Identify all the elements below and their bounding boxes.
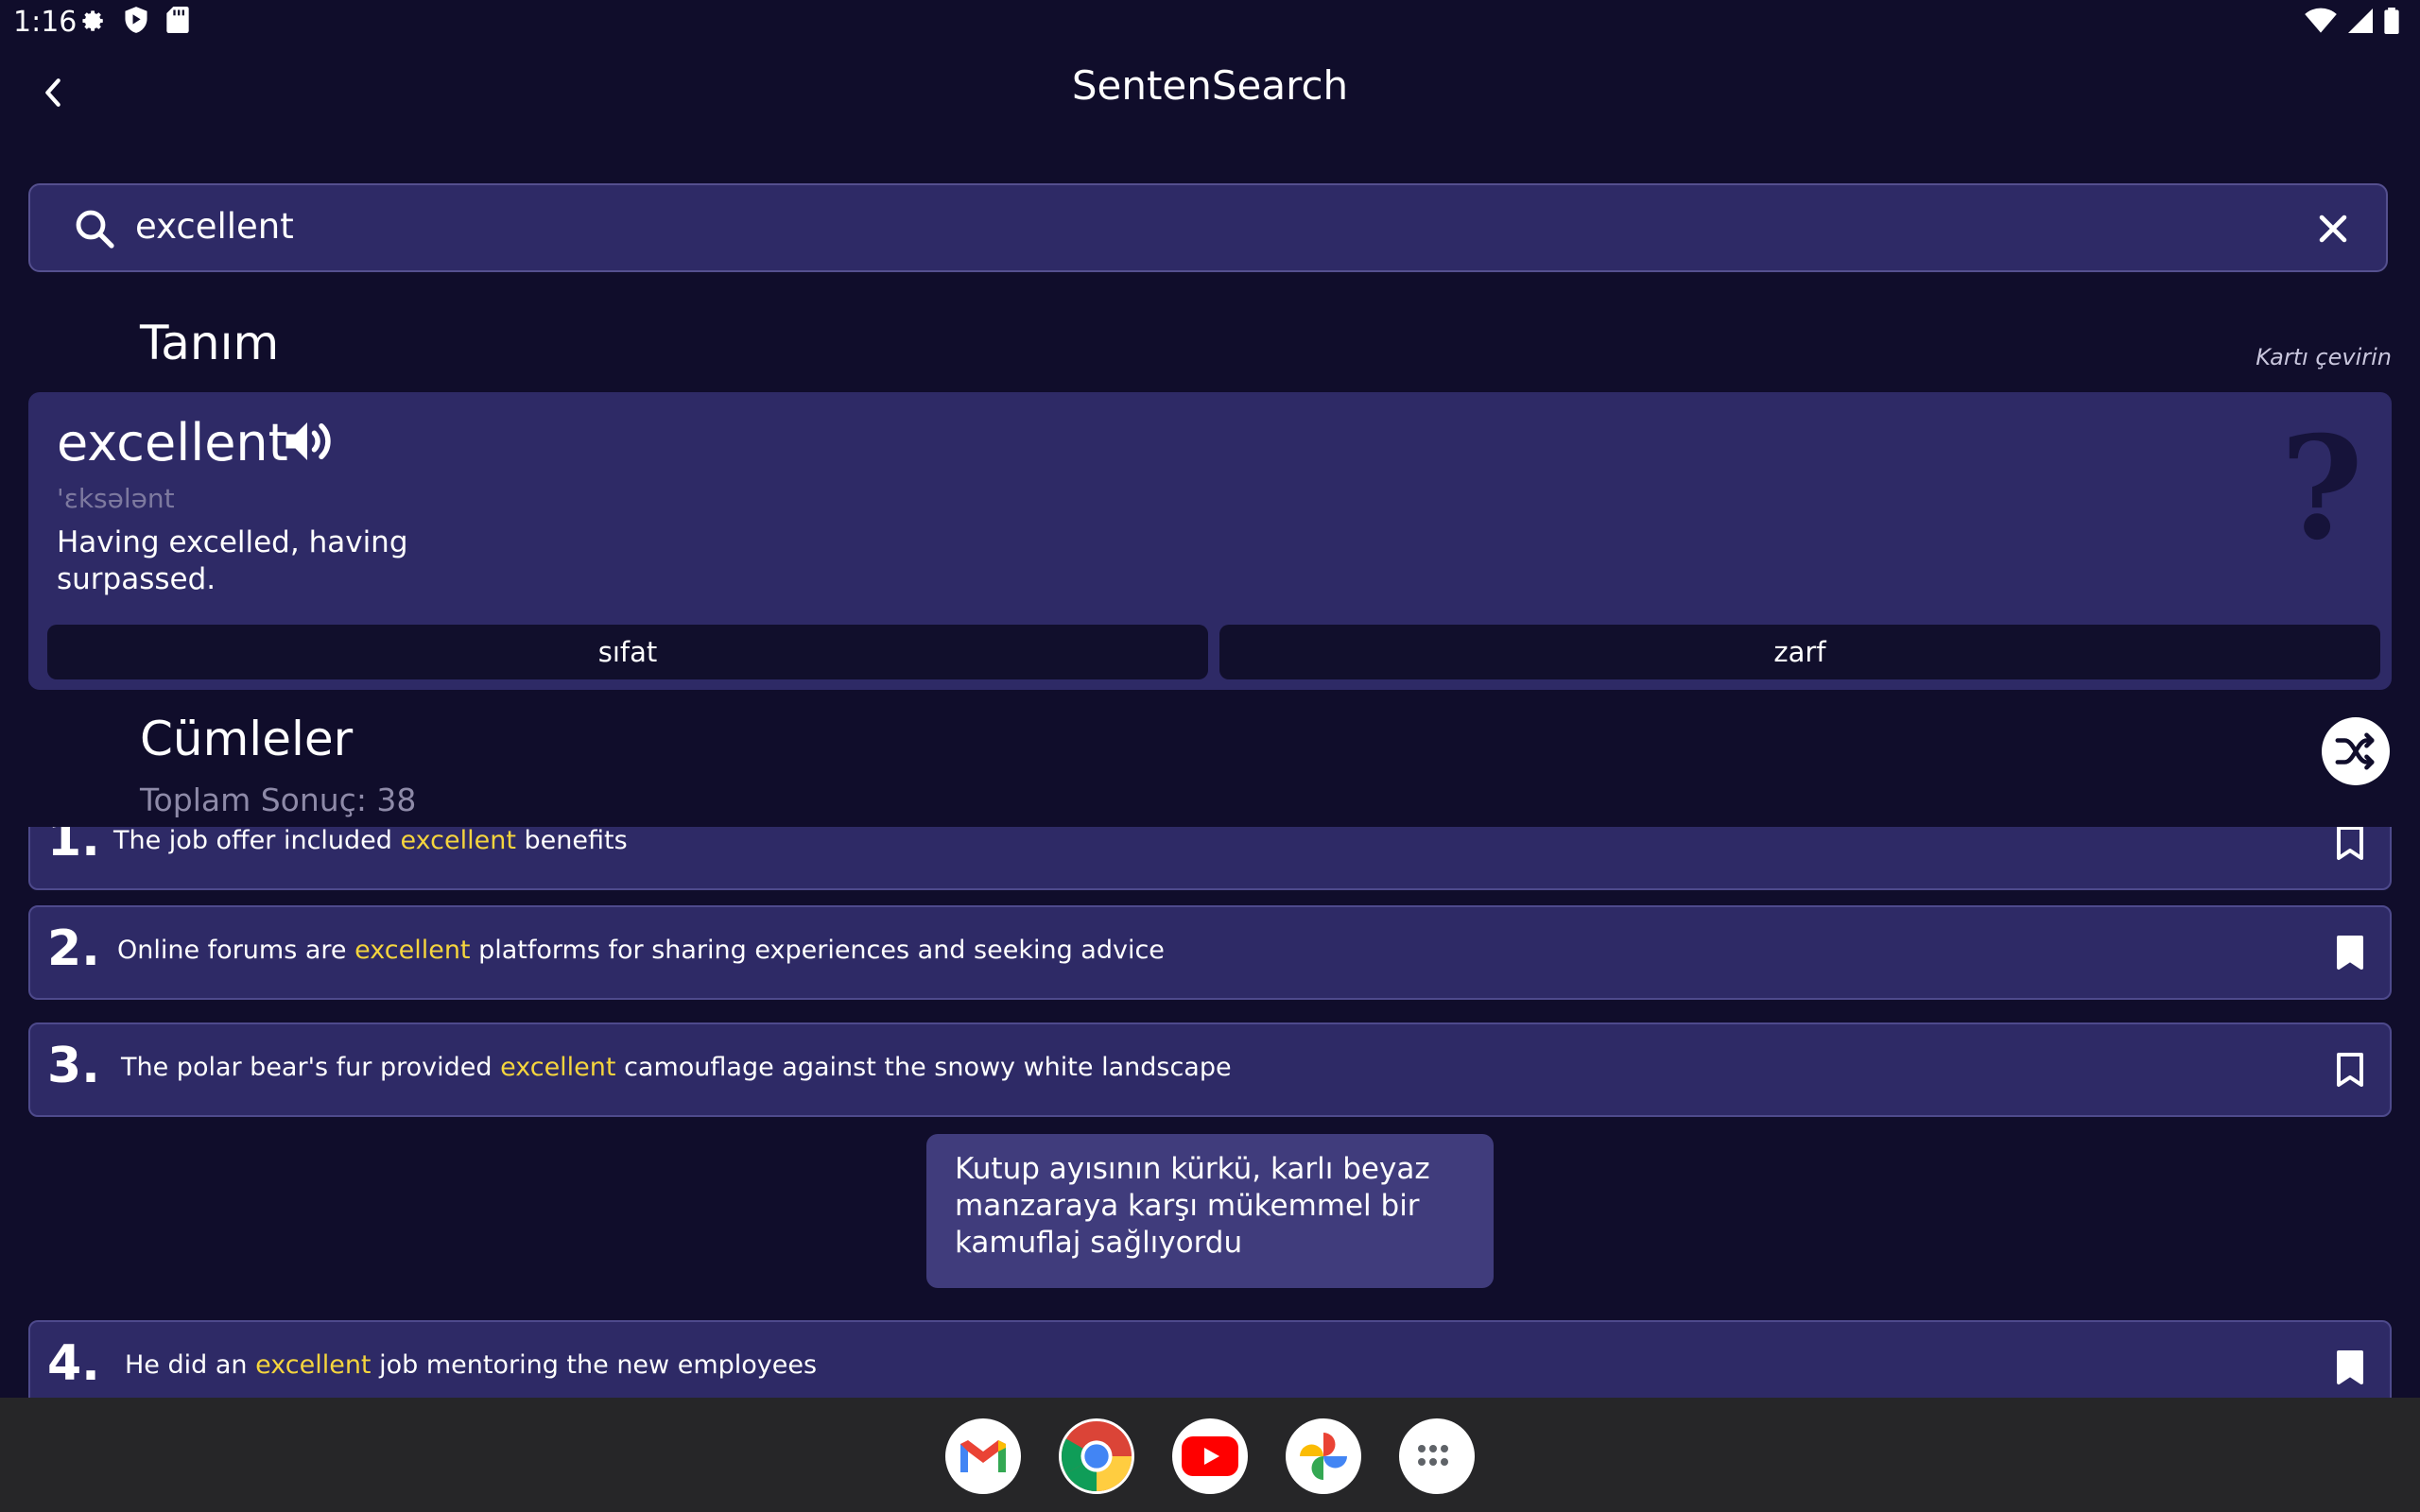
search-input[interactable]: excellent bbox=[135, 206, 294, 247]
phonetic-text: 'ɛksələnt bbox=[57, 483, 175, 514]
status-icons-right bbox=[2305, 8, 2399, 34]
sentence-row[interactable]: 2. Online forums are excellent platforms… bbox=[28, 905, 2392, 1000]
clear-search-button[interactable] bbox=[2308, 204, 2358, 253]
pos-chip-adjective[interactable]: sıfat bbox=[47, 625, 1208, 679]
bookmark-filled-icon[interactable] bbox=[2335, 934, 2365, 971]
app-title: SentenSearch bbox=[1071, 62, 1349, 109]
sentence-row[interactable]: 3. The polar bear's fur provided excelle… bbox=[28, 1022, 2392, 1117]
gmail-icon[interactable] bbox=[945, 1418, 1021, 1494]
highlighted-word: excellent bbox=[400, 827, 516, 855]
app-dock bbox=[0, 1398, 2420, 1512]
highlighted-word: excellent bbox=[255, 1350, 372, 1380]
youtube-icon[interactable] bbox=[1172, 1418, 1248, 1494]
definition-card[interactable]: excellent 'ɛksələnt Having excelled, hav… bbox=[28, 392, 2392, 690]
sentence-row[interactable]: 1. The job offer included excellent bene… bbox=[28, 827, 2392, 890]
sentence-text: He did an excellent job mentoring the ne… bbox=[125, 1350, 818, 1380]
status-icons-left bbox=[78, 6, 189, 34]
sentence-text: The polar bear's fur provided excellent … bbox=[121, 1053, 1232, 1082]
highlighted-word: excellent bbox=[354, 936, 471, 965]
photos-icon[interactable] bbox=[1286, 1418, 1361, 1494]
total-results: Toplam Sonuç: 38 bbox=[140, 782, 417, 818]
shuffle-button[interactable] bbox=[2322, 717, 2390, 785]
close-icon bbox=[2319, 215, 2347, 243]
question-mark-icon: ? bbox=[2280, 405, 2363, 572]
definition-text: Having excelled, having surpassed. bbox=[57, 525, 408, 596]
pos-chip-adverb[interactable]: zarf bbox=[1219, 625, 2380, 679]
flip-card-hint[interactable]: Kartı çevirin bbox=[2256, 344, 2392, 370]
search-icon bbox=[76, 210, 114, 249]
chrome-icon[interactable] bbox=[1059, 1418, 1134, 1494]
sentence-row[interactable]: 4. He did an excellent job mentoring the… bbox=[28, 1320, 2392, 1398]
bookmark-outline-icon[interactable] bbox=[2335, 827, 2365, 862]
translation-tooltip: Kutup ayısının kürkü, karlı beyaz manzar… bbox=[926, 1134, 1494, 1288]
sd-card-icon bbox=[166, 7, 189, 33]
pronounce-button[interactable] bbox=[279, 413, 336, 473]
sentence-number: 3. bbox=[47, 1038, 100, 1094]
status-time: 1:16 bbox=[13, 6, 78, 39]
bookmark-outline-icon[interactable] bbox=[2335, 1051, 2365, 1089]
sentence-text: The job offer included excellent benefit… bbox=[113, 827, 628, 855]
definition-section-title: Tanım bbox=[140, 316, 280, 370]
sentences-section-title: Cümleler bbox=[140, 712, 354, 766]
settings-gear-icon bbox=[82, 10, 103, 31]
word-heading: excellent bbox=[57, 413, 288, 472]
sentence-list[interactable]: 1. The job offer included excellent bene… bbox=[0, 827, 2420, 1398]
sentences-header: Cümleler Toplam Sonuç: 38 bbox=[0, 704, 2420, 827]
speaker-icon bbox=[285, 422, 331, 460]
sentence-number: 1. bbox=[47, 827, 100, 868]
bookmark-filled-icon[interactable] bbox=[2335, 1349, 2365, 1386]
search-bar[interactable]: excellent bbox=[28, 183, 2388, 272]
sentence-text: Online forums are excellent platforms fo… bbox=[117, 936, 1165, 965]
app-drawer-icon[interactable] bbox=[1399, 1418, 1475, 1494]
wifi-icon bbox=[2305, 8, 2337, 33]
battery-icon bbox=[2384, 8, 2399, 34]
highlighted-word: excellent bbox=[500, 1053, 616, 1082]
sentence-number: 2. bbox=[47, 920, 100, 977]
shuffle-icon bbox=[2335, 732, 2375, 770]
play-protect-icon bbox=[125, 7, 147, 33]
cellular-signal-icon bbox=[2348, 9, 2373, 33]
sentence-number: 4. bbox=[47, 1335, 100, 1392]
